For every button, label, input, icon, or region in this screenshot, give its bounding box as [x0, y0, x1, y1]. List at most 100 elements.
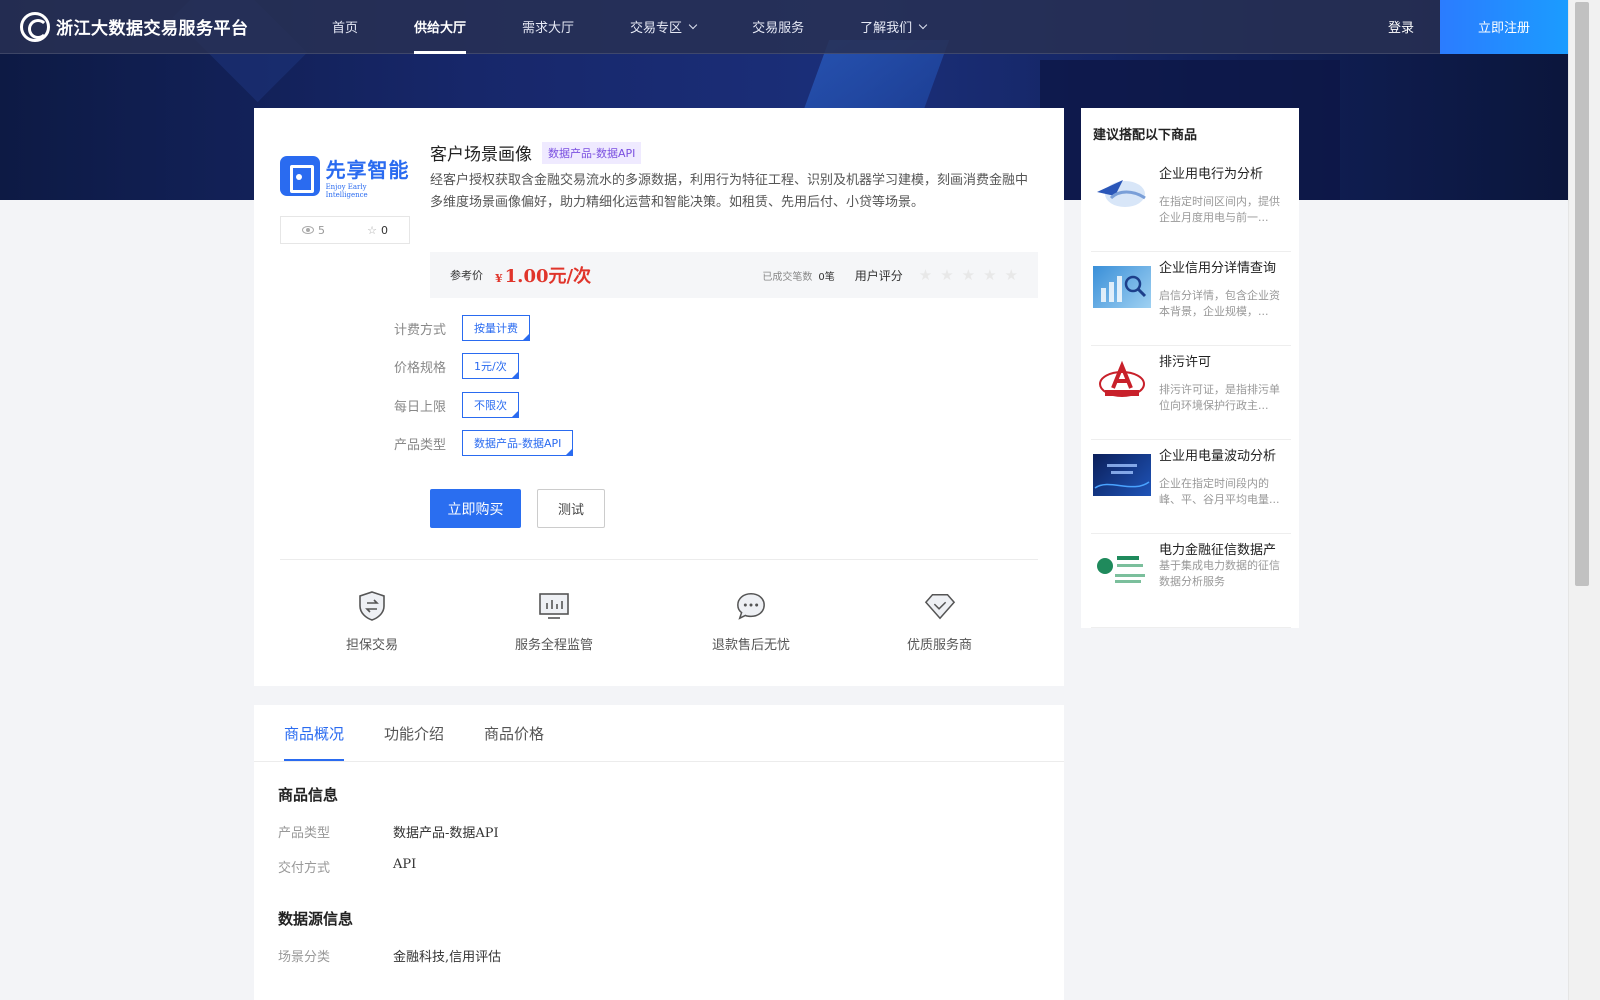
nav-label: 了解我们: [860, 21, 913, 36]
spec-row-billing: 计费方式 按量计费: [394, 315, 530, 341]
info-row-scene: 场景分类 金融科技,信用评估: [278, 946, 501, 965]
info-key: 产品类型: [278, 826, 331, 841]
info-value: 数据产品-数据API: [393, 826, 499, 841]
deal-count-label: 已成交笔数: [762, 271, 813, 283]
feature-guarantee: 担保交易: [346, 590, 398, 653]
star-icon: ★: [961, 266, 976, 284]
recommended-item-name: 企业用电行为分析: [1159, 167, 1264, 182]
star-outline-icon: ☆: [367, 223, 377, 237]
nav-item-trade-service[interactable]: 交易服务: [752, 0, 804, 54]
spec-option-limit[interactable]: 不限次: [462, 392, 519, 418]
nav-item-trade-zone[interactable]: 交易专区: [630, 0, 698, 54]
spec-row-product-type: 产品类型 数据产品-数据API: [394, 430, 574, 456]
recommended-item-name: 企业用电量波动分析: [1159, 449, 1277, 464]
feature-label: 退款售后无忧: [712, 638, 791, 653]
view-count: 5: [318, 223, 326, 237]
recommended-item[interactable]: 排污许可 排污许可证，是指排污单位向环境保护行政主...: [1091, 346, 1291, 440]
currency-symbol: ¥: [495, 272, 503, 285]
product-title: 客户场景画像: [430, 145, 532, 165]
info-value: API: [393, 857, 417, 872]
info-key: 交付方式: [278, 861, 331, 876]
tab-overview[interactable]: 商品概况: [284, 705, 345, 761]
page-scrollbar[interactable]: [1568, 0, 1600, 1000]
site-name: 浙江大数据交易服务平台: [56, 19, 249, 39]
spec-option-price[interactable]: 1元/次: [462, 353, 519, 379]
spec-label: 每日上限: [394, 399, 447, 415]
eye-icon: [302, 226, 315, 234]
recommended-item[interactable]: 企业信用分详情查询 启信分详情，包含企业资本背景，企业规模，...: [1091, 252, 1291, 346]
section-title-product-info: 商品信息: [278, 786, 339, 804]
recommendation-panel: 建议搭配以下商品 企业用电行为分析 在指定时间区间内，提供企业月度用电与前一..…: [1081, 108, 1299, 628]
feature-label: 担保交易: [346, 638, 399, 653]
top-navigation: 浙江大数据交易服务平台 首页 供给大厅 需求大厅 交易专区 交易服务 了解我们 …: [0, 0, 1568, 54]
feature-supervision: 服务全程监管: [515, 590, 593, 653]
product-stats: 5 ☆ 0: [280, 216, 410, 244]
price-label: 参考价: [450, 269, 483, 282]
nav-menu: 首页 供给大厅 需求大厅 交易专区 交易服务 了解我们: [332, 0, 982, 54]
spec-label: 计费方式: [394, 322, 447, 338]
site-logo[interactable]: 浙江大数据交易服务平台: [20, 11, 320, 42]
feature-label: 服务全程监管: [515, 638, 594, 653]
diamond-check-icon: [924, 590, 956, 622]
product-description: 经客户授权获取含金融交易流水的多源数据，利用行为特征工程、识别及机器学习建模，刻…: [430, 173, 1029, 210]
product-thumbnail: [1093, 172, 1151, 214]
chevron-down-icon: [688, 20, 698, 29]
company-logo-name: 先享智能: [325, 157, 410, 182]
recommended-item-name: 排污许可: [1159, 355, 1212, 370]
chat-bubble-icon: [735, 590, 767, 622]
recommended-item-desc: 在指定时间区间内，提供企业月度用电与前一...: [1159, 195, 1280, 224]
star-icon: ★: [918, 266, 933, 284]
recommended-item-desc: 企业在指定时间段内的峰、平、谷月平均电量...: [1159, 477, 1280, 506]
info-key: 场景分类: [278, 950, 331, 965]
product-thumbnail: [1093, 548, 1151, 590]
info-row-product-type: 产品类型 数据产品-数据API: [278, 822, 499, 841]
product-thumbnail: [1093, 454, 1151, 496]
recommended-item-name: 企业信用分详情查询: [1159, 261, 1277, 276]
divider: [280, 559, 1038, 560]
price-bar: 参考价 ¥1.00元/次 已成交笔数 0笔 用户评分 ★ ★ ★ ★ ★: [430, 252, 1038, 298]
test-button[interactable]: 测试: [537, 489, 605, 528]
product-thumbnail: [1093, 360, 1151, 402]
feature-label: 优质服务商: [907, 638, 973, 653]
tab-pricing[interactable]: 商品价格: [484, 705, 544, 761]
spec-row-price-spec: 价格规格 1元/次: [394, 353, 519, 379]
recommended-item[interactable]: 企业用电行为分析 在指定时间区间内，提供企业月度用电与前一...: [1091, 158, 1291, 252]
nav-label: 交易服务: [752, 21, 805, 36]
buy-now-button[interactable]: 立即购买: [430, 489, 521, 528]
recommended-item[interactable]: 电力金融征信数据产 基于集成电力数据的征信数据分析服务: [1091, 534, 1291, 628]
deal-count-value: 0笔: [818, 271, 835, 283]
nav-item-home[interactable]: 首页: [332, 0, 358, 54]
spec-option-type[interactable]: 数据产品-数据API: [462, 430, 574, 456]
recommended-item-desc: 基于集成电力数据的征信数据分析服务: [1159, 559, 1280, 588]
nav-item-demand-hall[interactable]: 需求大厅: [522, 0, 574, 54]
spec-label: 价格规格: [394, 360, 447, 376]
nav-label: 需求大厅: [522, 21, 575, 36]
feature-refund: 退款售后无忧: [712, 590, 790, 653]
star-icon: ★: [983, 266, 997, 284]
nav-label: 供给大厅: [414, 21, 467, 36]
divider: [254, 761, 1064, 762]
spec-row-daily-limit: 每日上限 不限次: [394, 392, 519, 418]
rating-label: 用户评分: [854, 268, 903, 283]
company-logo[interactable]: 先享智能 Enjoy Early Intelligence: [280, 152, 410, 200]
recommended-item[interactable]: 企业用电量波动分析 企业在指定时间段内的峰、平、谷月平均电量...: [1091, 440, 1291, 534]
star-icon: ★: [940, 266, 954, 284]
deal-count: 已成交笔数 0笔: [762, 268, 834, 283]
register-button[interactable]: 立即注册: [1440, 0, 1568, 54]
recommended-item-desc: 启信分详情，包含企业资本背景，企业规模，...: [1159, 289, 1280, 318]
star-icon: ★: [1004, 266, 1018, 284]
logo-icon: [20, 11, 50, 42]
login-link[interactable]: 登录: [1388, 17, 1414, 36]
product-detail-card: 商品概况 功能介绍 商品价格 商品信息 产品类型 数据产品-数据API 交付方式…: [254, 705, 1064, 1000]
spec-option-billing[interactable]: 按量计费: [462, 315, 530, 341]
tab-features[interactable]: 功能介绍: [384, 705, 444, 761]
product-card: 先享智能 Enjoy Early Intelligence 5 ☆ 0 客户场景画…: [254, 108, 1064, 686]
favorite-count: 0: [380, 223, 388, 237]
price-amount: 1.00元/次: [504, 266, 592, 287]
scrollbar-thumb[interactable]: [1575, 2, 1589, 586]
chevron-down-icon: [918, 20, 928, 29]
nav-item-supply-hall[interactable]: 供给大厅: [414, 0, 467, 54]
nav-item-about-us[interactable]: 了解我们: [860, 0, 928, 54]
favorite-toggle[interactable]: ☆ 0: [367, 224, 388, 237]
company-logo-slogan: Enjoy Early Intelligence: [325, 182, 368, 199]
